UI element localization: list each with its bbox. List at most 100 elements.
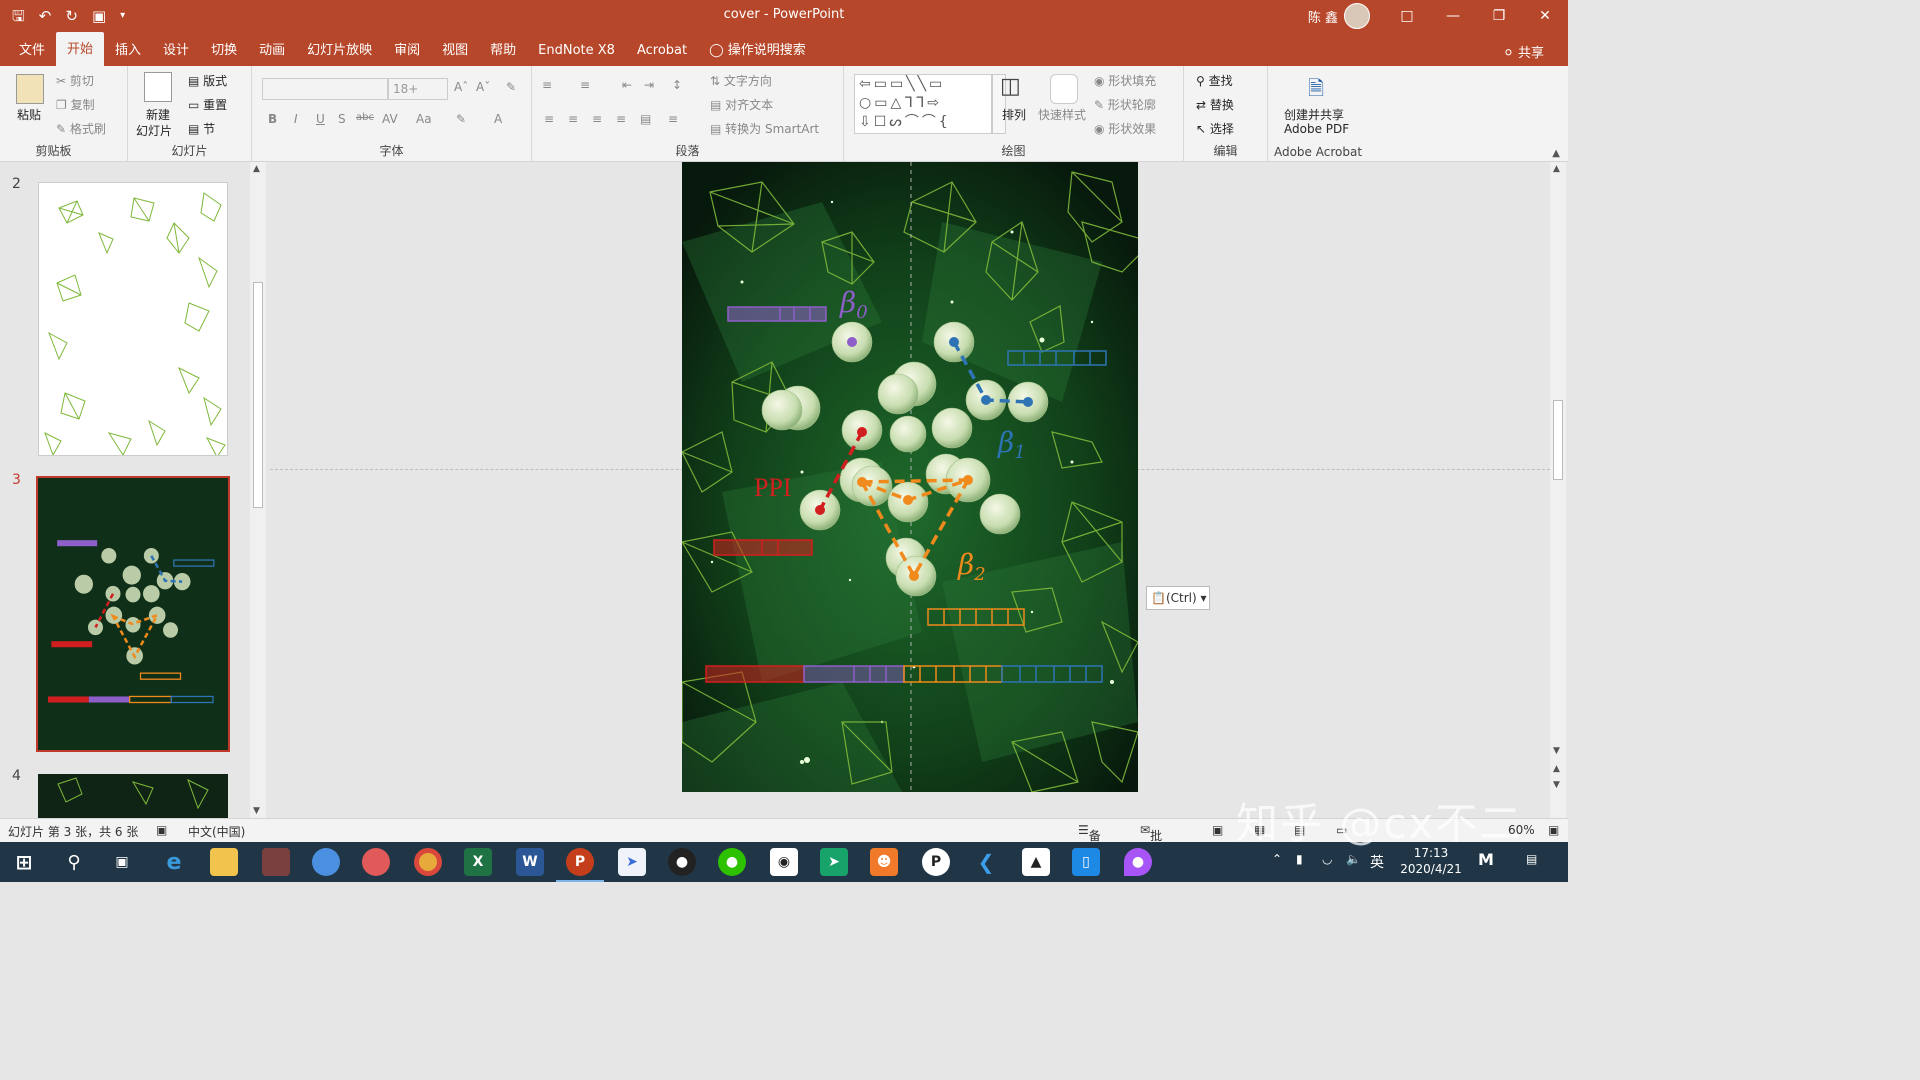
thumbnail-slide-2[interactable] xyxy=(38,182,228,456)
close-icon[interactable]: ✕ xyxy=(1522,0,1568,32)
word-icon[interactable]: W xyxy=(516,848,544,876)
format-painter-button[interactable]: ✎ 格式刷 xyxy=(56,120,106,137)
paste-icon[interactable] xyxy=(16,74,44,104)
vscode-icon[interactable]: ❮ xyxy=(972,848,1000,876)
tab-animations[interactable]: 动画 xyxy=(248,36,296,66)
normal-view-icon[interactable]: ▣ xyxy=(1212,823,1223,837)
change-case-button[interactable]: Aa xyxy=(416,112,432,126)
underline-button[interactable]: U xyxy=(316,112,325,126)
justify-icon[interactable]: ≡ xyxy=(616,112,626,126)
align-left-icon[interactable]: ≡ xyxy=(544,112,554,126)
edge-icon[interactable]: e xyxy=(160,848,188,876)
spellcheck-icon[interactable]: ▣ xyxy=(156,823,167,837)
tab-acrobat[interactable]: Acrobat xyxy=(626,36,698,66)
avatar[interactable] xyxy=(1344,3,1370,29)
section-button[interactable]: ▤ 节 xyxy=(188,120,215,137)
bullets-icon[interactable]: ≡ xyxy=(542,78,552,92)
photos-app-icon[interactable] xyxy=(312,848,340,876)
file-explorer-icon[interactable] xyxy=(210,848,238,876)
create-pdf-icon[interactable]: 🗎 xyxy=(1308,74,1324,108)
wifi-icon[interactable]: ◡ xyxy=(1322,852,1332,866)
arrow-app-icon[interactable]: ➤ xyxy=(820,848,848,876)
windows-start-icon[interactable]: ⊞ xyxy=(10,848,38,876)
share-button[interactable]: ⚪ 共享 xyxy=(1503,42,1544,61)
shadow-button[interactable]: S xyxy=(338,112,346,126)
tab-transitions[interactable]: 切换 xyxy=(200,36,248,66)
adobe-pdf-button[interactable]: Adobe PDF xyxy=(1284,122,1349,136)
current-slide[interactable]: β0 β1 β2 PPI xyxy=(682,162,1138,792)
align-center-icon[interactable]: ≡ xyxy=(568,112,578,126)
paste-button[interactable]: 粘贴 xyxy=(17,106,41,123)
fit-slide-icon[interactable]: ▣ xyxy=(1548,823,1559,837)
find-button[interactable]: ⚲ 查找 xyxy=(1196,72,1233,89)
scroll-thumb[interactable] xyxy=(253,282,263,508)
prev-slide-icon[interactable]: ▲ xyxy=(1553,764,1560,774)
paste-options-button[interactable]: 📋(Ctrl) ▾ xyxy=(1146,586,1210,610)
tab-help[interactable]: 帮助 xyxy=(479,36,527,66)
decrease-indent-icon[interactable]: ⇤ xyxy=(622,78,632,92)
notes-button[interactable]: ☰ 备注 xyxy=(1078,823,1101,860)
ime-indicator[interactable]: 英 xyxy=(1370,852,1384,872)
columns-icon[interactable]: ▤ xyxy=(640,112,651,126)
canvas-scroll-up-icon[interactable]: ▲ xyxy=(1553,164,1560,174)
tab-home[interactable]: 开始 xyxy=(56,32,105,66)
clear-format-icon[interactable]: ✎ xyxy=(506,80,516,94)
restore-icon[interactable]: ❐ xyxy=(1476,0,1522,32)
shapes-gallery[interactable]: ⇦▭▭╲╲▭ ○▭△ᒣᒣ⇨ ⇩☐ᔕ⌒⌒{ xyxy=(854,74,992,134)
wechat-icon[interactable]: ● xyxy=(718,848,746,876)
tab-endnote[interactable]: EndNote X8 xyxy=(527,36,626,66)
cut-button[interactable]: ✂ 剪切 xyxy=(56,72,94,89)
align-vertical-icon[interactable]: ≡ xyxy=(668,112,678,126)
italic-button[interactable]: I xyxy=(294,112,298,126)
select-button[interactable]: ↖ 选择 xyxy=(1196,120,1234,137)
language-indicator[interactable]: 中文(中国) xyxy=(188,823,245,840)
tell-me-search[interactable]: ◯ 操作说明搜索 xyxy=(698,36,817,66)
canvas-scroll-down-icon[interactable]: ▼ xyxy=(1553,746,1560,756)
scroll-down-icon[interactable]: ▼ xyxy=(253,806,260,816)
meeting-icon[interactable]: M xyxy=(1478,850,1494,869)
new-slide-button-2[interactable]: 幻灯片 xyxy=(136,122,172,139)
font-size-select[interactable]: 18+ xyxy=(388,78,448,100)
user-name[interactable]: 陈 鑫 xyxy=(1308,7,1338,26)
text-direction-button[interactable]: ⇅ 文字方向 xyxy=(710,72,772,89)
notifications-icon[interactable]: ▤ xyxy=(1526,852,1537,866)
canvas-scrollbar[interactable]: ▲ ▼ ▲ ▼ xyxy=(1550,162,1566,818)
camera-icon[interactable]: ◉ xyxy=(770,848,798,876)
snipping-tool-icon[interactable] xyxy=(262,848,290,876)
maps-app-icon[interactable]: ● xyxy=(1124,848,1152,876)
shape-fill-button[interactable]: ◉ 形状填充 xyxy=(1094,72,1156,89)
shrink-font-icon[interactable]: Aˇ xyxy=(476,80,490,94)
arrange-icon[interactable]: ◫ xyxy=(1000,74,1028,104)
tray-chevron-icon[interactable]: ⌃ xyxy=(1272,852,1282,866)
photo-viewer-icon[interactable]: ▲ xyxy=(1022,848,1050,876)
ppi-label[interactable]: PPI xyxy=(754,473,792,502)
create-share-button[interactable]: 创建并共享 xyxy=(1284,106,1344,123)
quick-styles-button[interactable]: 快速样式 xyxy=(1038,106,1086,123)
copy-button[interactable]: ❐ 复制 xyxy=(56,96,95,113)
slide-canvas[interactable]: β0 β1 β2 PPI 📋(Ctrl) ▾ xyxy=(270,162,1550,818)
tab-slideshow[interactable]: 幻灯片放映 xyxy=(296,36,383,66)
replace-button[interactable]: ⇄ 替换 xyxy=(1196,96,1234,113)
shape-outline-button[interactable]: ✎ 形状轮廓 xyxy=(1094,96,1156,113)
scroll-up-icon[interactable]: ▲ xyxy=(253,164,260,174)
chrome-icon[interactable] xyxy=(414,848,442,876)
layout-button[interactable]: ▤ 版式 xyxy=(188,72,227,89)
tab-file[interactable]: 文件 xyxy=(8,36,56,66)
tab-view[interactable]: 视图 xyxy=(431,36,479,66)
new-slide-icon[interactable] xyxy=(144,72,172,102)
arrange-button[interactable]: 排列 xyxy=(1002,106,1026,123)
phone-app-icon[interactable]: ▯ xyxy=(1072,848,1100,876)
quick-styles-icon[interactable] xyxy=(1050,74,1078,104)
new-slide-button[interactable]: 新建 xyxy=(146,106,170,123)
thumbnail-scrollbar[interactable]: ▲ ▼ xyxy=(250,162,266,818)
font-color-icon[interactable]: A xyxy=(494,112,502,126)
canvas-scroll-thumb[interactable] xyxy=(1553,400,1563,480)
orange-app-icon[interactable]: ☻ xyxy=(870,848,898,876)
align-right-icon[interactable]: ≡ xyxy=(592,112,602,126)
comments-button[interactable]: ✉ 批注 xyxy=(1140,823,1162,860)
shape-effects-button[interactable]: ◉ 形状效果 xyxy=(1094,120,1156,137)
p-app-icon[interactable]: P xyxy=(922,848,950,876)
thumbnail-slide-4[interactable] xyxy=(38,774,228,818)
collapse-ribbon-icon[interactable]: ▲ xyxy=(1552,148,1560,159)
highlight-icon[interactable]: ✎ xyxy=(456,112,466,126)
